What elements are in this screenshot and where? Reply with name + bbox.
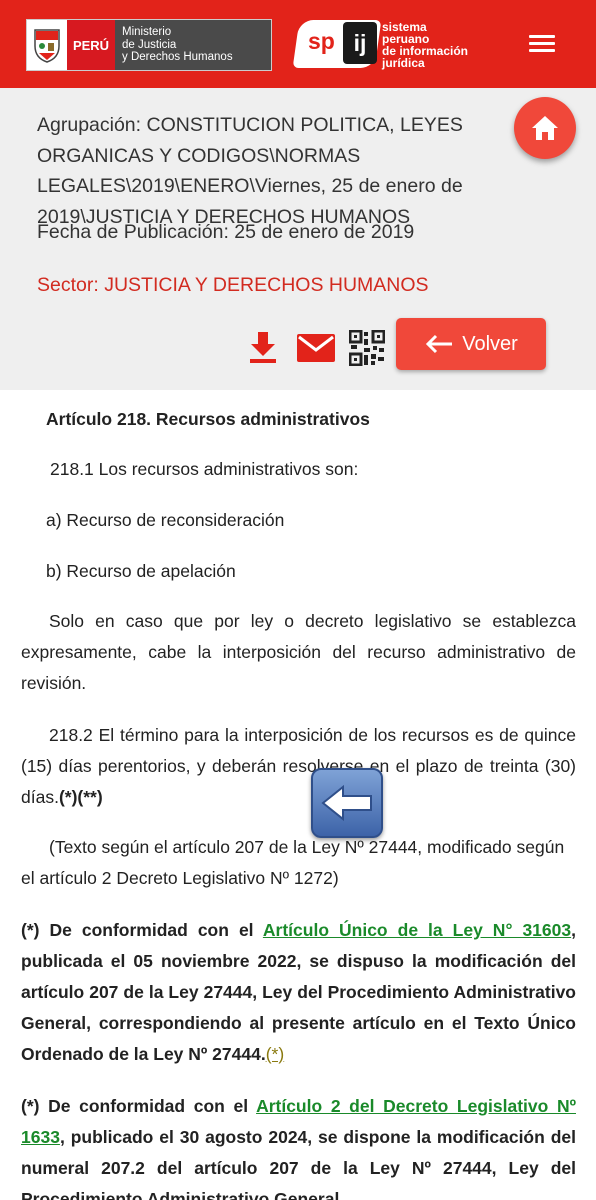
sector-text: Sector: JUSTICIA Y DERECHOS HUMANOS xyxy=(37,274,429,296)
list-item-a: a) Recurso de reconsideración xyxy=(46,510,285,530)
volver-button[interactable]: Volver xyxy=(396,318,546,370)
back-arrow-icon[interactable] xyxy=(311,768,383,838)
home-button[interactable] xyxy=(514,97,576,159)
download-icon[interactable] xyxy=(247,330,279,364)
spij-badge-ij: ij xyxy=(343,22,377,64)
arrow-left-icon xyxy=(426,334,453,354)
qr-code-icon[interactable] xyxy=(348,329,386,367)
spij-badge-sp: sp xyxy=(308,28,335,54)
text-source-note: (Texto según el artículo 207 de la Ley N… xyxy=(21,837,565,888)
paragraph-218-2-text: 218.2 El término para la interposición d… xyxy=(21,725,576,807)
modification-note-1: (*) De conformidad con el Artículo Único… xyxy=(21,920,576,1064)
agrupacion-text: Agrupación: CONSTITUCION POLITICA, LEYES… xyxy=(37,114,463,228)
modification-note-2: (*) De conformidad con el Artículo 2 del… xyxy=(21,1096,576,1200)
article-title: Artículo 218. Recursos administrativos xyxy=(46,409,370,429)
ministry-name: Ministerio de Justicia y Derechos Humano… xyxy=(115,20,271,70)
home-icon xyxy=(532,116,558,140)
paragraph-revision: Solo en caso que por ley o decreto legis… xyxy=(21,611,576,693)
footnote-marks: (*)(**) xyxy=(58,787,103,807)
volver-label: Volver xyxy=(462,332,518,355)
peru-coat-of-arms-icon xyxy=(27,20,67,70)
law-31603-link[interactable]: Artículo Único de la Ley N° 31603 xyxy=(263,920,571,940)
hamburger-icon[interactable] xyxy=(529,35,555,55)
publication-date: Fecha de Publicación: 25 de enero de 201… xyxy=(37,221,415,243)
mail-icon[interactable] xyxy=(296,333,336,363)
list-item-b: b) Recurso de apelación xyxy=(46,561,236,581)
footnote-link[interactable]: (*) xyxy=(266,1044,284,1064)
spij-logo[interactable]: sp ij sistema peruano de información jur… xyxy=(292,18,496,72)
spij-tagline: sistema peruano de información jurídica xyxy=(382,20,469,70)
ministry-logo[interactable]: PERÚ Ministerio de Justicia y Derechos H… xyxy=(26,19,272,71)
paragraph-218-2: 218.2 El término para la interposición d… xyxy=(21,720,576,813)
top-header: PERÚ Ministerio de Justicia y Derechos H… xyxy=(0,0,596,88)
peru-label: PERÚ xyxy=(67,20,115,70)
paragraph-218-1: 218.1 Los recursos administrativos son: xyxy=(50,459,359,479)
